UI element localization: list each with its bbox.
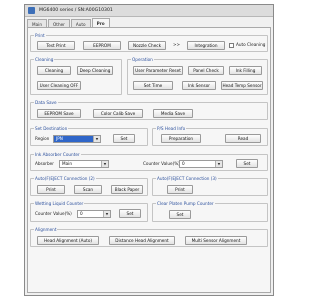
absorber-counter-select[interactable]: 0 ▼ [179, 160, 223, 168]
media-save-button[interactable]: Media Save [153, 109, 193, 118]
wetting-counter-select[interactable]: 0 ▼ [77, 210, 111, 218]
auto-eject-3-group: Auto(F)EJECT Connection (3) Print [152, 176, 268, 196]
absorber-label: Absorber [35, 161, 54, 166]
wetting-liquid-group: Wetting Liquid Counter Counter Value(%) … [30, 201, 148, 222]
head-temp-sensor-button[interactable]: Head Temp Sensor [221, 81, 263, 90]
auto-eject-2-group: Auto(F)EJECT Connection (2) Print Scan B… [30, 176, 148, 196]
region-label: Region [35, 136, 50, 141]
wetting-set-button[interactable]: Set [119, 209, 141, 218]
color-calib-save-button[interactable]: Color Calib Save [93, 109, 143, 118]
data-save-group: Data Save EEPROM Save Color Calib Save M… [30, 100, 268, 120]
integration-button[interactable]: Integration [187, 41, 225, 50]
absorber-value: Main [62, 161, 72, 166]
auto-eject-2-group-label: Auto(F)EJECT Connection (2) [34, 176, 96, 181]
wetting-liquid-group-label: Wetting Liquid Counter [34, 201, 85, 206]
preparation-button[interactable]: Preparation [161, 134, 201, 143]
read-button[interactable]: Read [225, 134, 261, 143]
panel-check-button[interactable]: Panel Check [188, 66, 224, 75]
ink-sensor-button[interactable]: Ink Sensor [182, 81, 216, 90]
auto-eject-3-print-button[interactable]: Print [167, 185, 193, 194]
operation-group-label: Operation [131, 57, 154, 62]
auto-eject-2-scan-button[interactable]: Scan [74, 185, 102, 194]
title-bar: MG6400 series / SN:A00G10301 [25, 5, 273, 17]
head-alignment-auto-button[interactable]: Head Alignment (Auto) [37, 236, 99, 245]
head-info-group-label: P/S Head Info [156, 126, 187, 131]
user-parameter-reset-button[interactable]: User Parameter Reset [133, 66, 183, 75]
wetting-counter-value: 0 [80, 211, 83, 216]
nozzle-check-button[interactable]: Nozzle Check [128, 41, 166, 50]
print-group-label: Print [34, 33, 46, 38]
window-title: MG6400 series / SN:A00G10301 [39, 8, 113, 13]
service-tool-window: MG6400 series / SN:A00G10301 Main Other … [24, 4, 274, 296]
multi-sensor-alignment-button[interactable]: Multi Sensor Alignment [185, 236, 247, 245]
eeprom-save-button[interactable]: EEPROM Save [37, 109, 81, 118]
app-icon [28, 7, 35, 14]
absorber-counter-value: 0 [182, 161, 185, 166]
ink-absorber-group-label: Ink Absorber Counter [34, 152, 81, 157]
head-info-group: P/S Head Info Preparation Read [152, 126, 268, 146]
region-select[interactable]: JPN ▼ [53, 135, 101, 143]
deep-cleaning-button[interactable]: Deep Cleaning [77, 66, 113, 75]
cleaning-button[interactable]: Cleaning [37, 66, 71, 75]
print-group: Print Test Print EEPROM Nozzle Check >> … [30, 33, 268, 52]
cleaning-group-label: Cleaning [34, 57, 55, 62]
auto-eject-3-group-label: Auto(F)EJECT Connection (3) [156, 176, 218, 181]
set-destination-group: Set Destination Region JPN ▼ Set [30, 126, 148, 146]
set-time-button[interactable]: Set Time [133, 81, 173, 90]
auto-cleaning-label: Auto Cleaning [236, 42, 266, 47]
test-print-button[interactable]: Test Print [37, 41, 75, 50]
set-destination-button[interactable]: Set [113, 134, 135, 143]
absorber-select[interactable]: Main ▼ [59, 160, 109, 168]
data-save-group-label: Data Save [34, 100, 58, 105]
ink-filling-button[interactable]: Ink Filling [229, 66, 262, 75]
auto-eject-2-print-button[interactable]: Print [37, 185, 65, 194]
operation-group: Operation User Parameter Reset Panel Che… [127, 57, 268, 95]
region-value: JPN [56, 136, 63, 141]
platen-pump-group-label: Clear Platen Pump Counter [156, 201, 215, 206]
alignment-group: Alignment Head Alignment (Auto) Distance… [30, 227, 268, 247]
auto-cleaning-checkbox[interactable] [229, 43, 234, 48]
black-paper-button[interactable]: Black Paper [111, 185, 143, 194]
set-destination-group-label: Set Destination [34, 126, 69, 131]
platen-pump-group: Clear Platen Pump Counter Set [152, 201, 268, 222]
user-cleaning-off-button[interactable]: User Cleaning OFF [37, 81, 81, 90]
absorber-counter-label: Counter Value(%) [143, 161, 180, 166]
chevron-down-icon: ▼ [103, 211, 110, 217]
arrow-label: >> [173, 42, 181, 47]
ink-absorber-group: Ink Absorber Counter Absorber Main ▼ Cou… [30, 152, 268, 171]
cleaning-group: Cleaning Cleaning Deep Cleaning User Cle… [30, 57, 122, 95]
chevron-down-icon: ▼ [101, 161, 108, 167]
chevron-down-icon: ▼ [93, 136, 100, 142]
pro-panel: Print Test Print EEPROM Nozzle Check >> … [27, 27, 271, 293]
wetting-counter-label: Counter Value(%) [35, 211, 72, 216]
absorber-set-button[interactable]: Set [236, 159, 258, 168]
platen-set-button[interactable]: Set [169, 210, 191, 219]
distance-head-alignment-button[interactable]: Distance Head Alignment [109, 236, 175, 245]
chevron-down-icon: ▼ [215, 161, 222, 167]
eeprom-button[interactable]: EEPROM [83, 41, 121, 50]
alignment-group-label: Alignment [34, 227, 58, 232]
